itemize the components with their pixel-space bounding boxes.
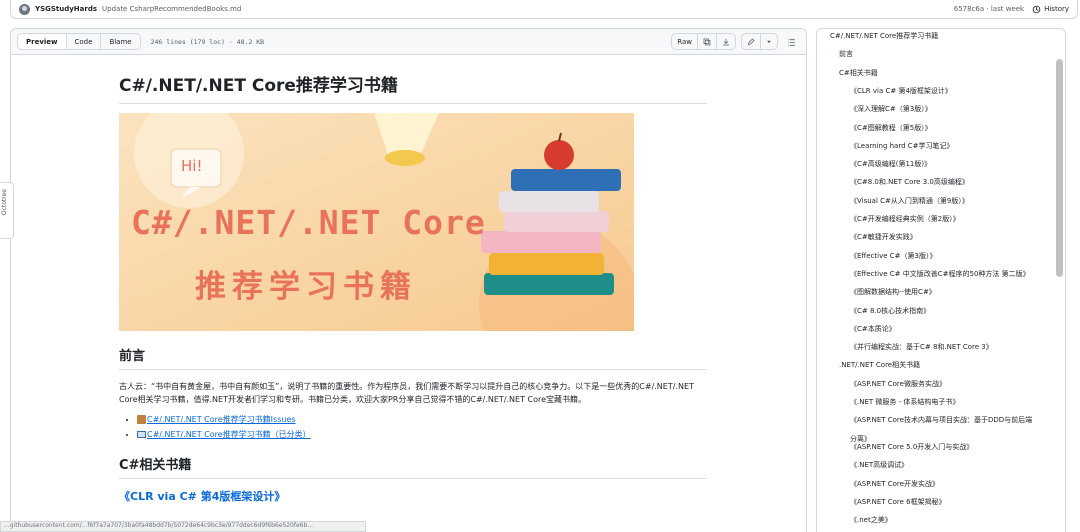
file-header: Preview Code Blame 246 lines (179 loc) ·…: [11, 29, 806, 55]
banner-hi: Hi!: [181, 157, 203, 175]
outline-item[interactable]: 《深入理解C#（第3版）》: [850, 104, 932, 114]
raw-button-group: Raw: [671, 33, 736, 50]
outline-item[interactable]: 《ASP.NET Core开发实战》: [850, 479, 939, 489]
outline-toggle[interactable]: [783, 32, 800, 51]
download-icon: [723, 38, 729, 45]
outline-item[interactable]: C#/.NET/.NET Core推荐学习书籍: [830, 31, 938, 41]
outline-item[interactable]: .NET/.NET Core相关书籍: [839, 360, 920, 370]
raw-button[interactable]: Raw: [672, 34, 698, 49]
outline-item[interactable]: 《ASP.NET Core 5.0开发入门与实战》: [850, 442, 973, 452]
outline-item[interactable]: 《C#本质论》: [850, 324, 896, 334]
banner-line2: 推荐学习书籍: [195, 269, 417, 305]
tab-blame[interactable]: Blame: [101, 34, 140, 49]
file-meta: 246 lines (179 loc) · 48.2 KB: [150, 37, 265, 46]
classified-link[interactable]: C#/.NET/.NET Core推荐学习书籍（已分类）: [147, 430, 311, 439]
outline-item[interactable]: 《ASP.NET Core微服务实战》: [850, 379, 946, 389]
file-panel: Preview Code Blame 246 lines (179 loc) ·…: [10, 28, 807, 532]
edit-dropdown[interactable]: [761, 34, 777, 49]
section-csharp: C#相关书籍: [119, 454, 707, 479]
outline-item[interactable]: 《Effective C#（第3版）》: [850, 251, 936, 261]
banner-image: Hi! C#/.NET/.NET Core 推荐学习书籍: [119, 113, 634, 331]
commit-bar: YSGStudyHards Update CsharpRecommendedBo…: [10, 0, 1078, 19]
outline-item[interactable]: 《C#敏捷开发实践》: [850, 232, 917, 242]
outline-item[interactable]: 《C#图解教程（第5版）》: [850, 123, 932, 133]
commit-right: 6578c6a · last week History: [954, 5, 1069, 14]
outline-item[interactable]: 《C#8.0和.NET Core 3.0高级编程》: [850, 177, 969, 187]
view-tabs: Preview Code Blame: [17, 33, 141, 50]
download-button[interactable]: [717, 34, 735, 49]
section-preface: 前言: [119, 345, 707, 370]
octotree-tab[interactable]: Octotree: [0, 182, 14, 239]
readme-title: C#/.NET/.NET Core推荐学习书籍: [119, 71, 707, 104]
history-button[interactable]: History: [1032, 5, 1069, 14]
outline-item[interactable]: 《.NET高级调试》: [850, 460, 908, 470]
banner-line1: C#/.NET/.NET Core: [131, 203, 486, 242]
copy-button[interactable]: [698, 34, 717, 49]
pencil-icon: [747, 37, 755, 45]
outline-item[interactable]: 《ASP.NET Core 6框架揭秘》: [850, 497, 946, 507]
outline-item[interactable]: 《.net之美》: [850, 515, 892, 525]
outline-item[interactable]: C#相关书籍: [839, 68, 878, 78]
history-label: History: [1044, 5, 1069, 13]
outline-item[interactable]: 《图解数据结构--使用C#》: [850, 287, 936, 297]
tab-code[interactable]: Code: [66, 34, 102, 49]
outline-item[interactable]: 《C#高级编程(第11版)》: [850, 159, 931, 169]
outline-item[interactable]: 前言: [839, 49, 853, 59]
list-icon: [788, 39, 795, 46]
file-actions: Raw: [671, 32, 800, 51]
history-icon: [1032, 5, 1041, 13]
outline-item[interactable]: 《ASP.NET Core技术内幕与项目实战：基于DDD与前后端: [850, 415, 1032, 425]
edit-button-group: [741, 33, 778, 50]
octotree-label: Octotree: [1, 189, 8, 216]
preface-text: 古人云：“书中自有黄金屋，书中自有颜如玉”，说明了书籍的重要性。作为程序员，我们…: [119, 382, 694, 404]
first-book-heading[interactable]: 《CLR via C# 第4版框架设计》: [119, 488, 707, 504]
list-item: C#/.NET/.NET Core推荐学习书籍Issues: [137, 414, 707, 425]
outline-panel: C#/.NET/.NET Core推荐学习书籍前言 C#相关书籍《CLR via …: [816, 28, 1066, 532]
link-list: C#/.NET/.NET Core推荐学习书籍Issues C#/.NET/.N…: [119, 414, 707, 440]
avatar[interactable]: [19, 3, 30, 15]
notebook-icon: [137, 415, 146, 424]
outline-item[interactable]: 《并行编程实战：基于C# 8和.NET Core 3》: [850, 342, 993, 352]
outline-item[interactable]: 《Visual C#从入门到精通（第9版）》: [850, 196, 969, 206]
status-url: ...githubusercontent.com/...f6f7a7a707/3…: [0, 521, 366, 532]
tab-preview[interactable]: Preview: [18, 34, 67, 49]
commit-message[interactable]: Update CsharpRecommendedBooks.md: [102, 5, 241, 13]
edit-button[interactable]: [742, 34, 761, 49]
outline-item[interactable]: 《CLR via C# 第4版框架设计》: [850, 86, 952, 96]
copy-icon: [703, 38, 711, 45]
outline-scrollbar[interactable]: [1056, 59, 1063, 277]
issues-link[interactable]: C#/.NET/.NET Core推荐学习书籍Issues: [147, 415, 296, 424]
computer-icon: [137, 431, 146, 438]
outline-item[interactable]: 《.NET 微服务 - 体系结构电子书》: [850, 397, 959, 407]
commit-user[interactable]: YSGStudyHards: [35, 5, 97, 13]
readme-content: C#/.NET/.NET Core 推荐学习书籍 Hi! C#/.NET/.NET…: [119, 71, 707, 504]
outline-item[interactable]: 《C# 8.0核心技术指南》: [850, 306, 930, 316]
list-item: C#/.NET/.NET Core推荐学习书籍（已分类）: [137, 429, 707, 440]
outline-item[interactable]: 《C#开发编程经典实例（第2版）》: [850, 214, 960, 224]
outline-item[interactable]: 《Learning hard C#学习笔记》: [850, 141, 954, 151]
chevron-down-icon: [767, 40, 771, 43]
commit-hash-time[interactable]: 6578c6a · last week: [954, 5, 1024, 13]
outline-item[interactable]: 《Effective C# 中文版改善C#程序的50种方法 第二版》: [850, 269, 1030, 279]
